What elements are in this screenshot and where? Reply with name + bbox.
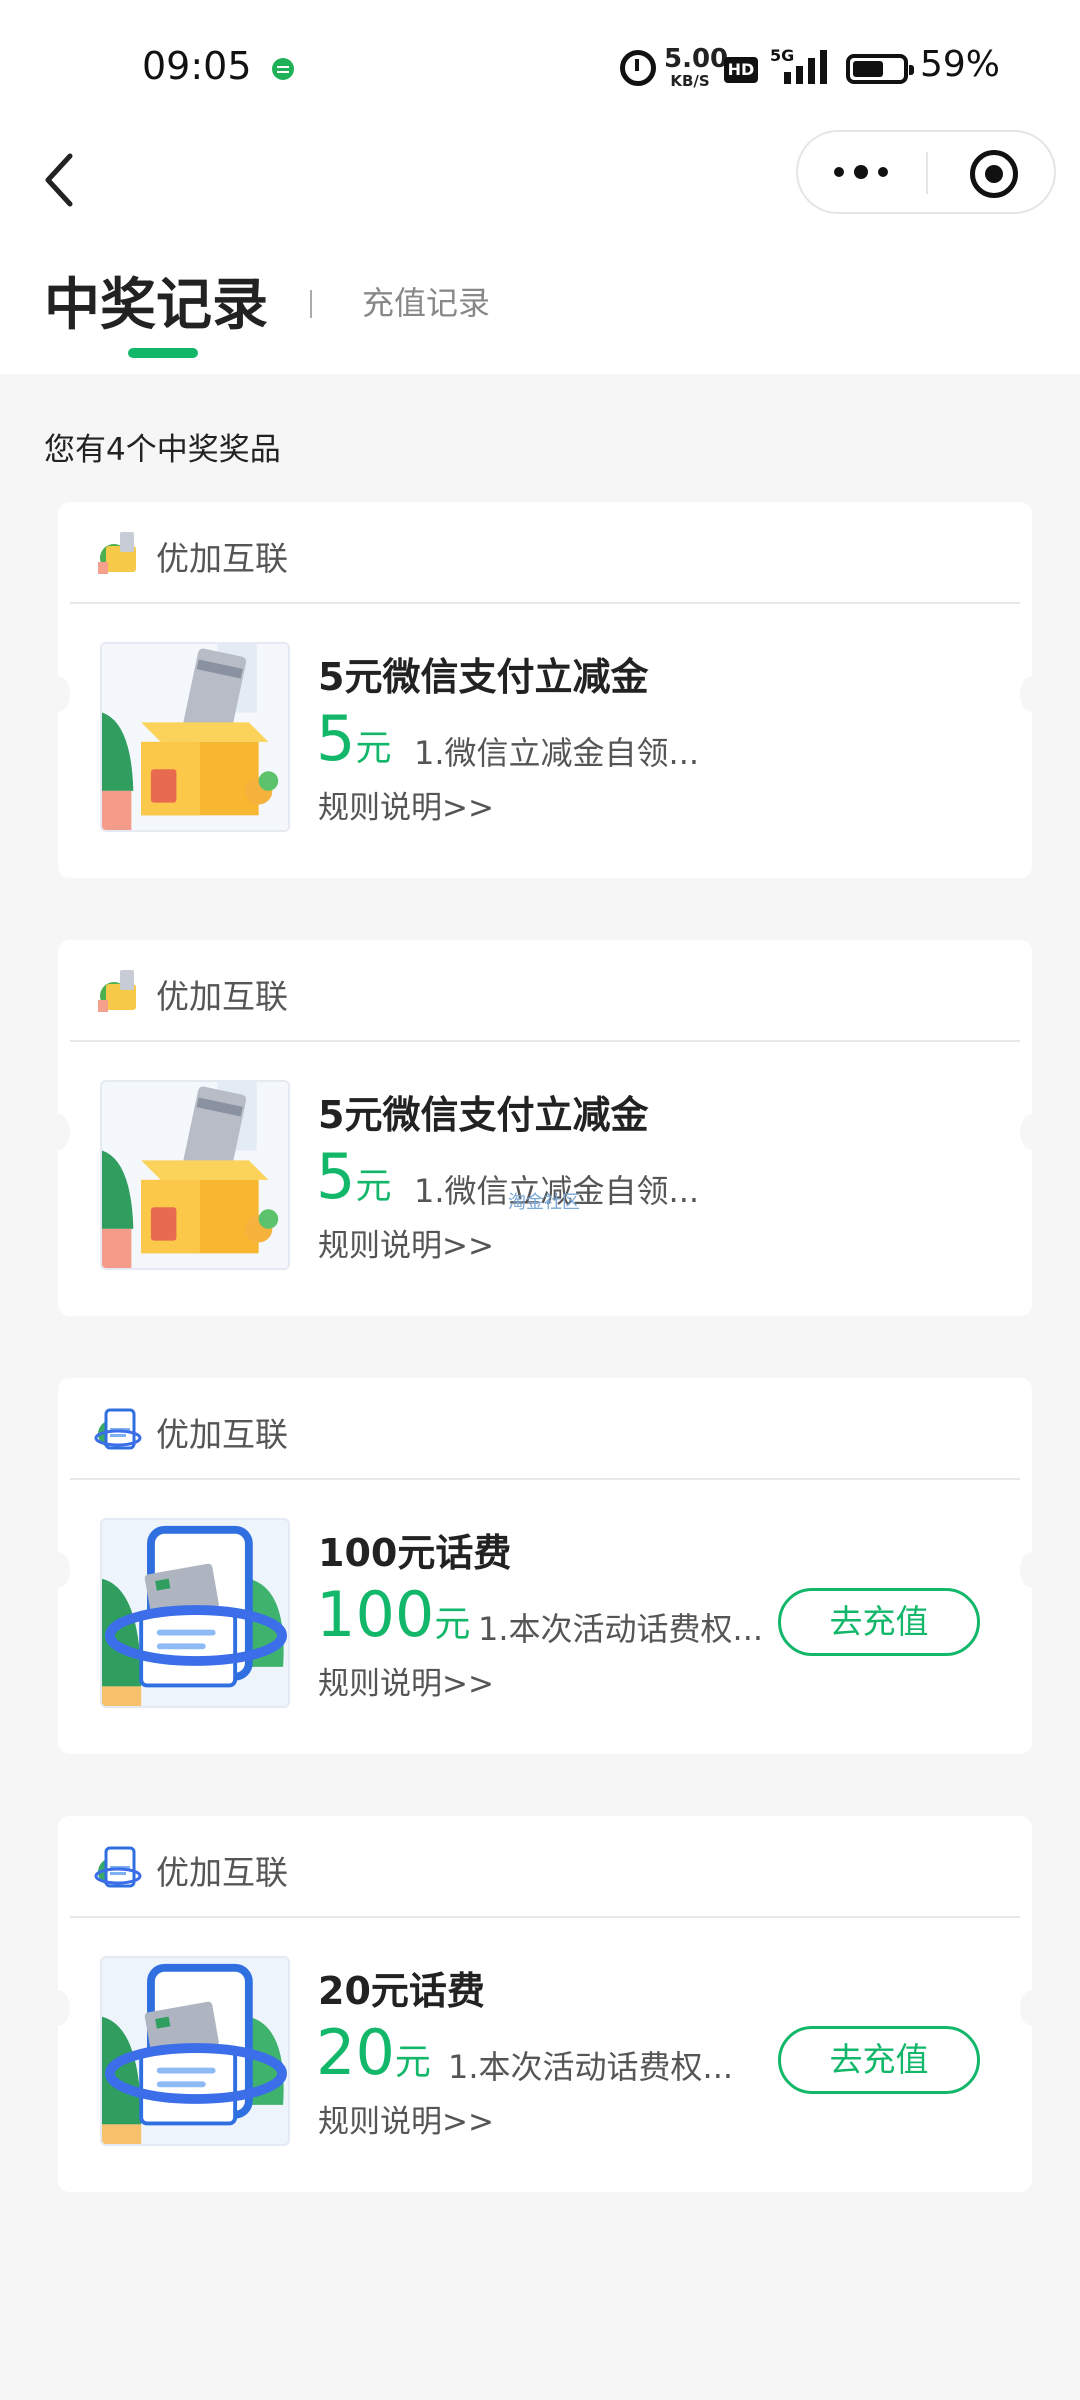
prize-description: 1.微信立减金自领... — [414, 1172, 700, 1210]
merchant-name: 优加互联 — [156, 977, 288, 1016]
status-time: 09:05 — [142, 44, 252, 88]
prize-count-summary: 您有4个中奖奖品 — [44, 432, 281, 468]
tab-separator — [310, 290, 312, 318]
prize-description: 1.微信立减金自领... — [414, 734, 700, 772]
card-divider — [70, 1478, 1020, 1480]
recharge-button[interactable]: 去充值 — [778, 1588, 980, 1656]
hd-icon: HD — [724, 57, 758, 83]
tab-prize-records[interactable]: 中奖记录 — [44, 260, 268, 341]
prize-amount: 5元 — [316, 702, 391, 775]
prize-title: 20元话费 — [318, 1969, 485, 2013]
prize-amount: 5元 — [316, 1140, 391, 1213]
rules-link[interactable]: 规则说明>> — [318, 1658, 494, 1703]
merchant-name: 优加互联 — [156, 539, 288, 578]
prize-title: 100元话费 — [318, 1531, 512, 1575]
prize-card: 优加互联 100元话费 100元 1.本次活动话费权... 规则说明>> 去充值 — [46, 1378, 1044, 1754]
more-options-icon[interactable] — [798, 132, 926, 212]
prize-amount-value: 20 — [316, 2016, 395, 2089]
prize-title: 5元微信支付立减金 — [318, 655, 649, 699]
prize-title: 5元微信支付立减金 — [318, 1093, 649, 1137]
phone-bill-icon — [100, 1518, 290, 1708]
battery-percent: 59% — [920, 44, 1001, 85]
status-bar: 09:05 5.00 KB/S HD 5G 59% — [0, 0, 1080, 130]
card-divider — [70, 1916, 1020, 1918]
network-speed: 5.00 KB/S — [664, 44, 729, 90]
close-mini-program-icon[interactable] — [970, 150, 1018, 198]
prize-amount-value: 100 — [316, 1578, 435, 1651]
prize-amount-unit: 元 — [355, 1166, 392, 1207]
card-divider — [70, 1040, 1020, 1042]
mini-program-capsule — [796, 130, 1056, 214]
prize-amount-unit: 元 — [394, 2042, 431, 2083]
prize-description: 1.本次活动话费权... — [448, 2048, 734, 2086]
merchant-name: 优加互联 — [156, 1415, 288, 1454]
prize-description: 1.本次活动话费权... — [478, 1610, 764, 1648]
prize-amount-value: 5 — [316, 1140, 356, 1213]
rules-link[interactable]: 规则说明>> — [318, 1220, 494, 1265]
prize-amount-unit: 元 — [434, 1604, 471, 1645]
capsule-divider — [926, 152, 928, 194]
back-arrow-icon[interactable] — [40, 150, 90, 210]
card-divider — [70, 602, 1020, 604]
rules-link[interactable]: 规则说明>> — [318, 2096, 494, 2141]
battery-icon — [846, 54, 914, 84]
record-tabs: 中奖记录 充值记录 — [0, 252, 1080, 374]
gift-box-card-icon — [98, 970, 136, 1012]
network-speed-unit: KB/S — [670, 72, 710, 90]
nav-bar — [0, 130, 1080, 252]
phone-bill-icon — [94, 1408, 142, 1450]
prize-card: 优加互联 5元微信支付立减金 5元 1.微信立减金自领... 规则说明>> — [46, 940, 1044, 1316]
rules-link[interactable]: 规则说明>> — [318, 782, 494, 827]
network-speed-value: 5.00 — [664, 44, 729, 74]
gift-box-card-icon — [100, 642, 290, 832]
active-tab-indicator — [128, 348, 198, 358]
prize-amount-value: 5 — [316, 702, 356, 775]
tab-recharge-records[interactable]: 充值记录 — [362, 278, 490, 324]
gift-box-card-icon — [100, 1080, 290, 1270]
phone-bill-icon — [100, 1956, 290, 2146]
merchant-name: 优加互联 — [156, 1853, 288, 1892]
wechat-notification-icon — [272, 58, 294, 80]
prize-amount: 20元 — [316, 2016, 431, 2089]
prize-card: 优加互联 20元话费 20元 1.本次活动话费权... 规则说明>> 去充值 — [46, 1816, 1044, 2192]
gift-box-card-icon — [98, 532, 136, 574]
alarm-icon — [620, 50, 656, 86]
prize-amount: 100元 — [316, 1578, 470, 1651]
prize-amount-unit: 元 — [355, 728, 392, 769]
watermark: 淘金社区 — [508, 1192, 580, 1213]
phone-bill-icon — [94, 1846, 142, 1888]
recharge-button[interactable]: 去充值 — [778, 2026, 980, 2094]
prize-card: 优加互联 5元微信支付立减金 5元 1.微信立减金自领... 规则说明>> — [46, 502, 1044, 878]
signal-icon — [770, 50, 830, 84]
